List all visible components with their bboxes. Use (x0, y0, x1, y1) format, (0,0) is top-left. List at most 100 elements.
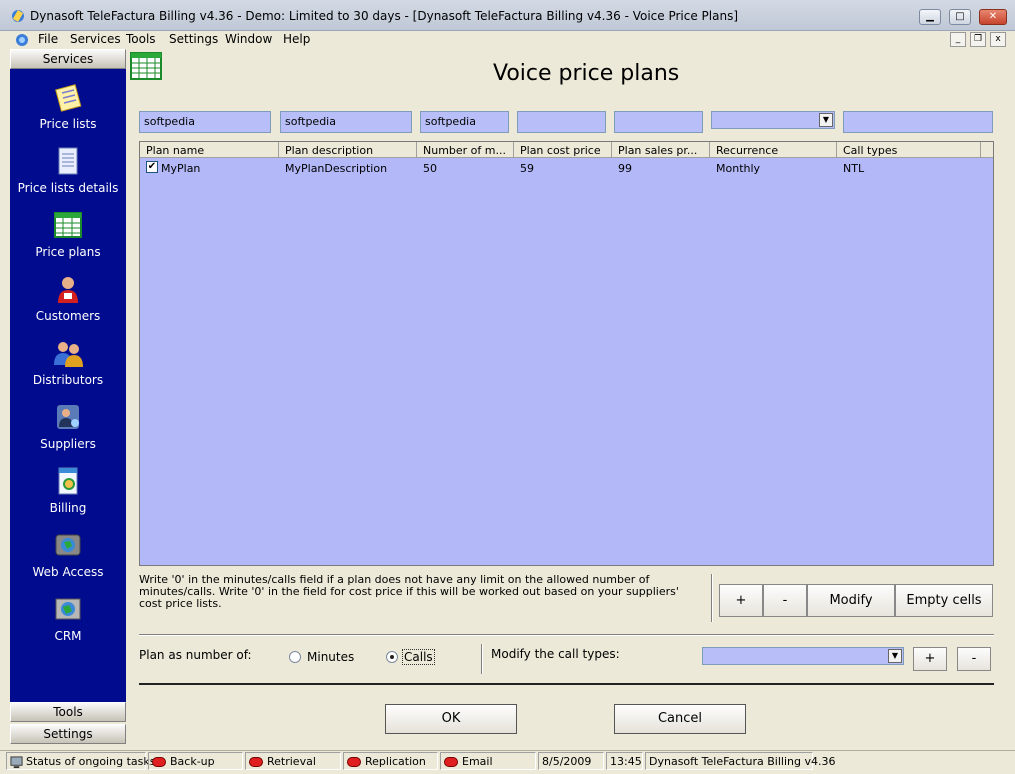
menu-settings[interactable]: Settings (169, 32, 218, 46)
sidebar-item-price-lists-details[interactable]: Price lists details (10, 145, 126, 205)
tools-header[interactable]: Tools (10, 702, 126, 722)
filter-plan-sales-price[interactable] (614, 111, 703, 133)
plan-as-label: Plan as number of: (139, 648, 252, 662)
status-app-name: Dynasoft TeleFactura Billing v4.36 (645, 752, 835, 770)
modify-call-types-label: Modify the call types: (491, 647, 620, 661)
app-icon (12, 10, 24, 22)
cell-plan-cost-price: 59 (520, 162, 534, 175)
menu-help[interactable]: Help (283, 32, 310, 46)
help-note: Write '0' in the minutes/calls field if … (139, 573, 679, 610)
radio-calls-label[interactable]: Calls (402, 649, 435, 665)
divider (139, 683, 994, 685)
table-row[interactable]: ✔ MyPlan MyPlanDescription 50 59 99 Mont… (140, 158, 993, 176)
column-header-plan-cost-price[interactable]: Plan cost price (514, 142, 612, 158)
filter-plan-cost-price[interactable] (517, 111, 606, 133)
spreadsheet-icon (130, 52, 162, 80)
sidebar-item-label: Price lists (39, 117, 97, 131)
sidebar-item-price-plans[interactable]: Price plans (10, 209, 126, 269)
task-retrieval[interactable]: Retrieval (245, 752, 341, 770)
filter-plan-description[interactable]: softpedia (280, 111, 412, 133)
chevron-down-icon[interactable]: ▼ (888, 649, 902, 663)
minimize-button[interactable]: ▁ (919, 9, 941, 25)
cell-plan-description: MyPlanDescription (285, 162, 388, 175)
sidebar-item-distributors[interactable]: Distributors (10, 337, 126, 397)
cell-plan-sales-price: 99 (618, 162, 632, 175)
document-icon (58, 147, 78, 175)
menu-tools[interactable]: Tools (126, 32, 156, 46)
remove-plan-button[interactable]: - (763, 584, 807, 617)
task-replication-label: Replication (365, 755, 426, 768)
divider (711, 574, 713, 622)
column-header-number-of-minutes[interactable]: Number of m... (417, 142, 514, 158)
sidebar-item-label: Distributors (32, 373, 104, 387)
radio-calls[interactable] (386, 651, 398, 663)
task-replication[interactable]: Replication (343, 752, 438, 770)
web-icon (55, 534, 81, 556)
group-icon (54, 342, 83, 367)
ok-button[interactable]: OK (385, 704, 517, 734)
filter-recurrence-select[interactable]: ▼ (711, 111, 835, 129)
remove-call-type-button[interactable]: - (957, 647, 991, 671)
task-backup[interactable]: Back-up (148, 752, 243, 770)
column-header-plan-sales-price[interactable]: Plan sales pr... (612, 142, 710, 158)
mdi-restore-button[interactable]: ❐ (970, 32, 986, 47)
filter-number-of-minutes[interactable]: softpedia (420, 111, 509, 133)
column-header-plan-description[interactable]: Plan description (279, 142, 417, 158)
sidebar-item-billing[interactable]: Billing (10, 465, 126, 525)
cell-call-types: NTL (843, 162, 865, 175)
close-button[interactable]: ✕ (979, 9, 1007, 25)
radio-minutes-label[interactable]: Minutes (307, 650, 354, 664)
supplier-icon (57, 405, 79, 429)
sidebar-item-label: CRM (54, 629, 82, 643)
column-header-call-types[interactable]: Call types (837, 142, 981, 158)
status-led-icon (444, 757, 458, 767)
monitor-icon (10, 755, 23, 768)
menu-bar: File Services Tools Settings Window Help… (0, 31, 1015, 49)
title-bar: Dynasoft TeleFactura Billing v4.36 - Dem… (0, 0, 1015, 31)
add-plan-button[interactable]: + (719, 584, 763, 617)
status-led-icon (152, 757, 166, 767)
sidebar-item-label: Billing (49, 501, 87, 515)
cancel-button[interactable]: Cancel (614, 704, 746, 734)
main-panel: Voice price plans softpedia softpedia so… (129, 49, 1006, 749)
divider (139, 634, 994, 636)
menu-services[interactable]: Services (70, 32, 121, 46)
menu-file[interactable]: File (38, 32, 58, 46)
services-header[interactable]: Services (10, 49, 126, 69)
row-checkbox[interactable]: ✔ (146, 161, 158, 173)
column-header-recurrence[interactable]: Recurrence (710, 142, 837, 158)
sidebar-item-crm[interactable]: CRM (10, 593, 126, 653)
task-email[interactable]: Email (440, 752, 536, 770)
plans-grid: Plan name Plan description Number of m..… (139, 141, 994, 566)
status-led-icon (249, 757, 263, 767)
billing-icon (58, 467, 78, 495)
filter-call-types[interactable] (843, 111, 993, 133)
sidebar-item-price-lists[interactable]: Price lists (10, 81, 126, 141)
customer-icon (58, 277, 78, 303)
empty-cells-button[interactable]: Empty cells (895, 584, 993, 617)
add-call-type-button[interactable]: + (913, 647, 947, 671)
chevron-down-icon[interactable]: ▼ (819, 113, 833, 127)
call-types-select[interactable]: ▼ (702, 647, 904, 665)
services-panel: Price lists Price lists details Price pl… (10, 69, 126, 702)
radio-minutes[interactable] (289, 651, 301, 663)
app-menu-icon[interactable] (14, 32, 30, 48)
status-led-icon (347, 757, 361, 767)
task-retrieval-label: Retrieval (267, 755, 316, 768)
filter-plan-name[interactable]: softpedia (139, 111, 271, 133)
sidebar-item-suppliers[interactable]: Suppliers (10, 401, 126, 461)
menu-window[interactable]: Window (225, 32, 272, 46)
sidebar-item-web-access[interactable]: Web Access (10, 529, 126, 589)
sidebar-item-label: Customers (35, 309, 101, 323)
column-header-plan-name[interactable]: Plan name (140, 142, 279, 158)
cell-plan-name: MyPlan (161, 162, 201, 175)
settings-header[interactable]: Settings (10, 724, 126, 744)
sidebar-item-customers[interactable]: Customers (10, 273, 126, 333)
maximize-button[interactable]: □ (949, 9, 971, 25)
sidebar-item-label: Web Access (32, 565, 104, 579)
mdi-minimize-button[interactable]: _ (950, 32, 966, 47)
modify-button[interactable]: Modify (807, 584, 895, 617)
sidebar: Services Price lists Price lists details… (8, 49, 128, 749)
mdi-close-button[interactable]: x (990, 32, 1006, 47)
notepad-icon (55, 84, 82, 112)
